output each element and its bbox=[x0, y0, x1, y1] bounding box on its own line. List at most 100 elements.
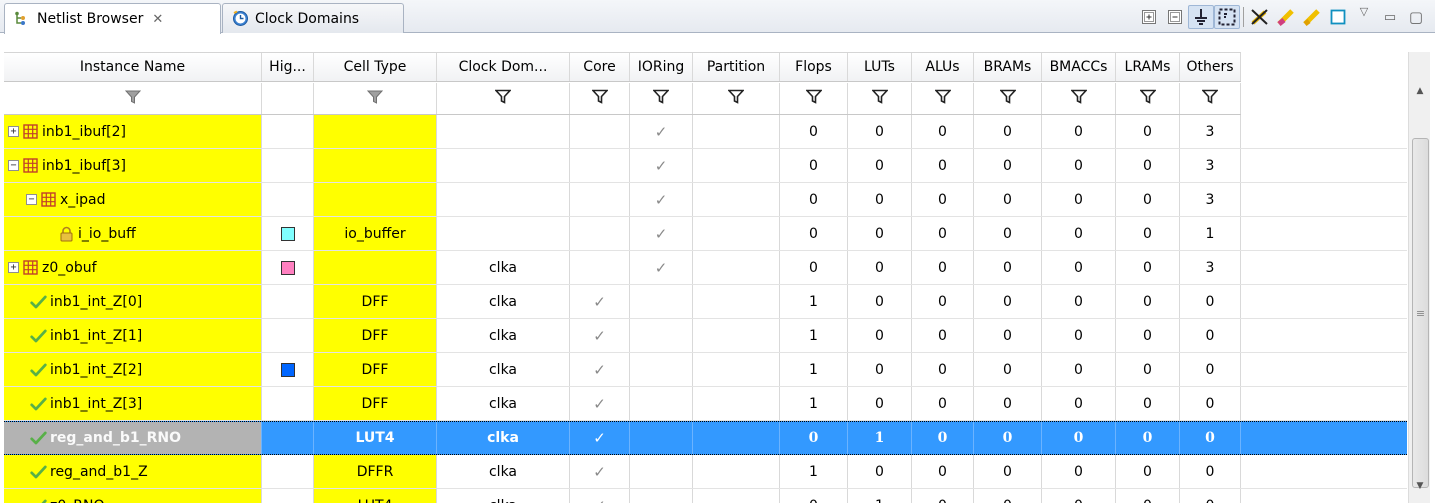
maximize-icon[interactable]: ▢ bbox=[1403, 5, 1429, 29]
grip-icon: ≡ bbox=[1415, 306, 1426, 320]
table-row[interactable]: inb1_int_Z[3] DFF clka ✓ 1 0 0 0 0 0 0 bbox=[4, 387, 1407, 421]
column-header-brams[interactable]: BRAMs bbox=[974, 53, 1042, 81]
color-box-icon[interactable] bbox=[1325, 5, 1351, 29]
cell-partition bbox=[693, 455, 780, 488]
filter-icon[interactable] bbox=[590, 89, 609, 108]
highlight-icon[interactable] bbox=[1273, 5, 1299, 29]
table-row[interactable]: + inb1_ibuf[2] ✓ 0 0 0 0 0 0 3 bbox=[4, 115, 1407, 149]
filter-icon[interactable] bbox=[652, 89, 670, 108]
view-menu-icon[interactable]: ▽ bbox=[1351, 5, 1377, 29]
cell-luts: 0 bbox=[848, 285, 912, 318]
column-header-alus[interactable]: ALUs bbox=[912, 53, 974, 81]
highlight-swatch[interactable] bbox=[280, 226, 295, 241]
instance-name[interactable]: inb1_int_Z[1] bbox=[50, 328, 142, 344]
collapse-icon[interactable]: − bbox=[26, 194, 37, 205]
clear-highlight-icon[interactable] bbox=[1247, 5, 1273, 29]
filter-cell-core[interactable] bbox=[570, 83, 630, 114]
collapse-all-icon[interactable] bbox=[1162, 5, 1188, 29]
column-header-cell-type[interactable]: Cell Type bbox=[314, 53, 437, 81]
table-row[interactable]: z0_RNOLUT4clka✓0100000 bbox=[4, 489, 1407, 503]
filter-icon[interactable] bbox=[804, 89, 823, 108]
cell-ioring bbox=[630, 387, 693, 420]
filter-cell-ioring[interactable] bbox=[630, 83, 693, 114]
column-header-others[interactable]: Others bbox=[1180, 53, 1241, 81]
cell-flops: 0 bbox=[780, 251, 848, 284]
close-icon[interactable]: ✕ bbox=[152, 12, 163, 27]
filter-icon[interactable] bbox=[1138, 89, 1157, 108]
filter-cell-flops[interactable] bbox=[780, 83, 848, 114]
filter-icon[interactable] bbox=[494, 89, 512, 108]
tab-netlist-browser[interactable]: Netlist Browser ✕ bbox=[4, 3, 221, 34]
highlight-swatch[interactable] bbox=[280, 362, 295, 377]
table-row[interactable]: reg_and_b1_RNO LUT4 clka ✓ 0 1 0 0 0 0 0 bbox=[4, 421, 1407, 455]
link-icon[interactable] bbox=[1188, 5, 1214, 29]
cell-flops: 0 bbox=[780, 115, 848, 148]
table-row[interactable]: inb1_int_Z[1] DFF clka ✓ 1 0 0 0 0 0 0 bbox=[4, 319, 1407, 353]
table-row[interactable]: inb1_int_Z[0] DFF clka ✓ 1 0 0 0 0 0 0 bbox=[4, 285, 1407, 319]
tab-clock-domains[interactable]: Clock Domains bbox=[222, 3, 404, 33]
filter-icon[interactable] bbox=[124, 90, 141, 108]
column-header-flops[interactable]: Flops bbox=[780, 53, 848, 81]
instance-name[interactable]: inb1_int_Z[3] bbox=[50, 396, 142, 412]
filter-cell-clock-domain[interactable] bbox=[437, 83, 570, 114]
cell-cell-type: DFF bbox=[314, 353, 437, 386]
filter-icon[interactable] bbox=[727, 89, 745, 108]
filter-icon[interactable] bbox=[1201, 89, 1219, 108]
column-header-luts[interactable]: LUTs bbox=[848, 53, 912, 81]
filter-cell-cell-type[interactable] bbox=[314, 83, 437, 114]
instance-name[interactable]: x_ipad bbox=[60, 192, 106, 208]
collapse-icon[interactable]: − bbox=[8, 160, 19, 171]
instance-name[interactable]: inb1_int_Z[2] bbox=[50, 362, 142, 378]
grid-icon bbox=[22, 157, 39, 174]
filter-icon[interactable] bbox=[366, 90, 384, 108]
column-header-highlight[interactable]: Hig... bbox=[262, 53, 314, 81]
scroll-down-arrow-icon[interactable]: ▼ bbox=[1409, 475, 1431, 497]
column-header-partition[interactable]: Partition bbox=[693, 53, 780, 81]
minimize-icon[interactable]: ▭ bbox=[1377, 5, 1403, 29]
instance-name[interactable]: z0_RNO bbox=[50, 498, 104, 503]
instance-name[interactable]: z0_obuf bbox=[42, 260, 97, 276]
filter-cell-bmaccs[interactable] bbox=[1042, 83, 1116, 114]
select-icon[interactable] bbox=[1214, 5, 1240, 29]
filter-cell-luts[interactable] bbox=[848, 83, 912, 114]
filter-cell-brams[interactable] bbox=[974, 83, 1042, 114]
table-row[interactable]: inb1_int_Z[2] DFF clka ✓ 1 0 0 0 0 0 0 bbox=[4, 353, 1407, 387]
filter-cell-instance-name[interactable] bbox=[4, 83, 262, 114]
column-header-clock-domain[interactable]: Clock Dom... bbox=[437, 53, 570, 81]
filter-icon[interactable] bbox=[870, 89, 889, 108]
filter-icon[interactable] bbox=[1069, 89, 1088, 108]
instance-name[interactable]: reg_and_b1_Z bbox=[50, 464, 148, 480]
scrollbar-thumb[interactable]: ≡ bbox=[1412, 138, 1429, 488]
instance-name[interactable]: inb1_ibuf[3] bbox=[42, 158, 126, 174]
column-header-bmaccs[interactable]: BMACCs bbox=[1042, 53, 1116, 81]
filter-icon[interactable] bbox=[998, 89, 1017, 108]
table-row[interactable]: − x_ipad ✓ 0 0 0 0 0 0 3 bbox=[4, 183, 1407, 217]
cell-ioring: ✓ bbox=[630, 251, 693, 284]
expand-icon[interactable]: + bbox=[8, 126, 19, 137]
table-row[interactable]: reg_and_b1_Z DFFR clka ✓ 1 0 0 0 0 0 0 bbox=[4, 455, 1407, 489]
column-header-lrams[interactable]: LRAMs bbox=[1116, 53, 1180, 81]
column-header-instance-name[interactable]: Instance Name bbox=[4, 53, 262, 81]
highlight-swatch[interactable] bbox=[280, 260, 295, 275]
instance-name[interactable]: inb1_int_Z[0] bbox=[50, 294, 142, 310]
table-row[interactable]: + z0_obuf clka ✓ 0 0 0 0 0 0 3 bbox=[4, 251, 1407, 285]
expand-all-icon[interactable] bbox=[1136, 5, 1162, 29]
instance-name[interactable]: inb1_ibuf[2] bbox=[42, 124, 126, 140]
highlight-alt-icon[interactable] bbox=[1299, 5, 1325, 29]
filter-cell-others[interactable] bbox=[1180, 83, 1241, 114]
column-header-core[interactable]: Core bbox=[570, 53, 630, 81]
expand-icon[interactable]: + bbox=[8, 262, 19, 273]
column-header-ioring[interactable]: IORing bbox=[630, 53, 693, 81]
instance-name[interactable]: reg_and_b1_RNO bbox=[50, 430, 181, 446]
table-row[interactable]: i_io_buff io_buffer ✓ 0 0 0 0 0 0 1 bbox=[4, 217, 1407, 251]
filter-icon[interactable] bbox=[933, 89, 952, 108]
filter-cell-partition[interactable] bbox=[693, 83, 780, 114]
table-row[interactable]: − inb1_ibuf[3] ✓ 0 0 0 0 0 0 3 bbox=[4, 149, 1407, 183]
vertical-scrollbar[interactable]: ▲ ≡ ▼ bbox=[1408, 52, 1430, 503]
scroll-up-arrow-icon[interactable]: ▲ bbox=[1409, 80, 1431, 102]
cell-instance-name: reg_and_b1_Z bbox=[4, 455, 262, 488]
cell-lrams: 0 bbox=[1116, 183, 1180, 216]
instance-name[interactable]: i_io_buff bbox=[78, 226, 136, 242]
filter-cell-alus[interactable] bbox=[912, 83, 974, 114]
filter-cell-lrams[interactable] bbox=[1116, 83, 1180, 114]
